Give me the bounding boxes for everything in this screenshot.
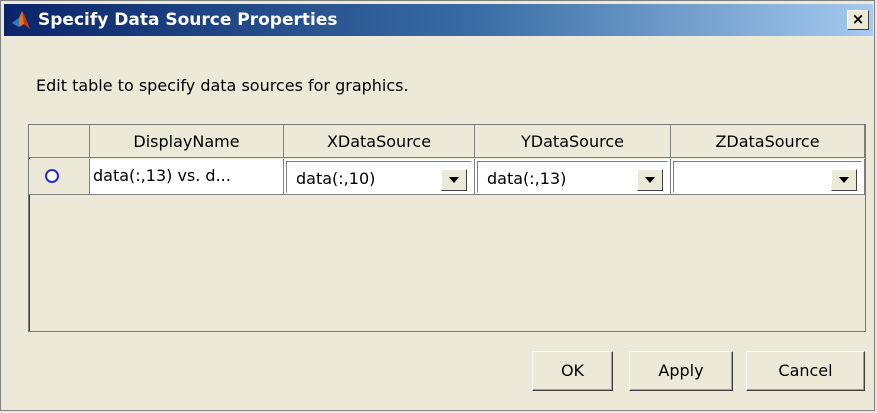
matlab-logo-icon: [12, 11, 30, 29]
zdatasource-dropdown-button[interactable]: [831, 169, 857, 191]
zdatasource-combo[interactable]: [673, 161, 862, 193]
table-header-row: DisplayName XDataSource YDataSource ZDat…: [29, 125, 865, 158]
column-header-zdatasource[interactable]: ZDataSource: [671, 125, 865, 158]
cancel-button[interactable]: Cancel: [746, 351, 865, 391]
row-select-radio[interactable]: [45, 169, 59, 183]
ydatasource-dropdown-button[interactable]: [637, 169, 663, 191]
table-row[interactable]: data(:,13) vs. d... data(:,10) data(:,13…: [29, 159, 865, 195]
ydatasource-value: data(:,13): [487, 169, 567, 188]
column-header-ydatasource[interactable]: YDataSource: [475, 125, 671, 158]
ydatasource-combo[interactable]: data(:,13): [477, 161, 668, 193]
zdatasource-cell[interactable]: [671, 159, 865, 195]
xdatasource-combo[interactable]: data(:,10): [286, 161, 472, 193]
apply-button[interactable]: Apply: [629, 351, 733, 391]
close-icon: ×: [851, 10, 865, 28]
close-button[interactable]: ×: [847, 10, 869, 30]
ok-button[interactable]: OK: [532, 351, 613, 391]
xdatasource-cell[interactable]: data(:,10): [284, 159, 475, 195]
instructions-text: Edit table to specify data sources for g…: [36, 76, 409, 95]
displayname-cell[interactable]: data(:,13) vs. d...: [90, 159, 284, 195]
xdatasource-value: data(:,10): [296, 169, 376, 188]
dialog-window: Specify Data Source Properties × Edit ta…: [0, 0, 875, 411]
data-source-table[interactable]: DisplayName XDataSource YDataSource ZDat…: [28, 124, 866, 332]
displayname-value: data(:,13) vs. d...: [93, 166, 231, 185]
title-bar[interactable]: Specify Data Source Properties ×: [4, 4, 873, 36]
window-title: Specify Data Source Properties: [38, 10, 338, 30]
column-header-displayname[interactable]: DisplayName: [90, 125, 284, 158]
row-select-cell[interactable]: [29, 159, 90, 195]
xdatasource-dropdown-button[interactable]: [441, 169, 467, 191]
column-header-select[interactable]: [29, 125, 90, 158]
ydatasource-cell[interactable]: data(:,13): [475, 159, 671, 195]
column-header-xdatasource[interactable]: XDataSource: [284, 125, 475, 158]
